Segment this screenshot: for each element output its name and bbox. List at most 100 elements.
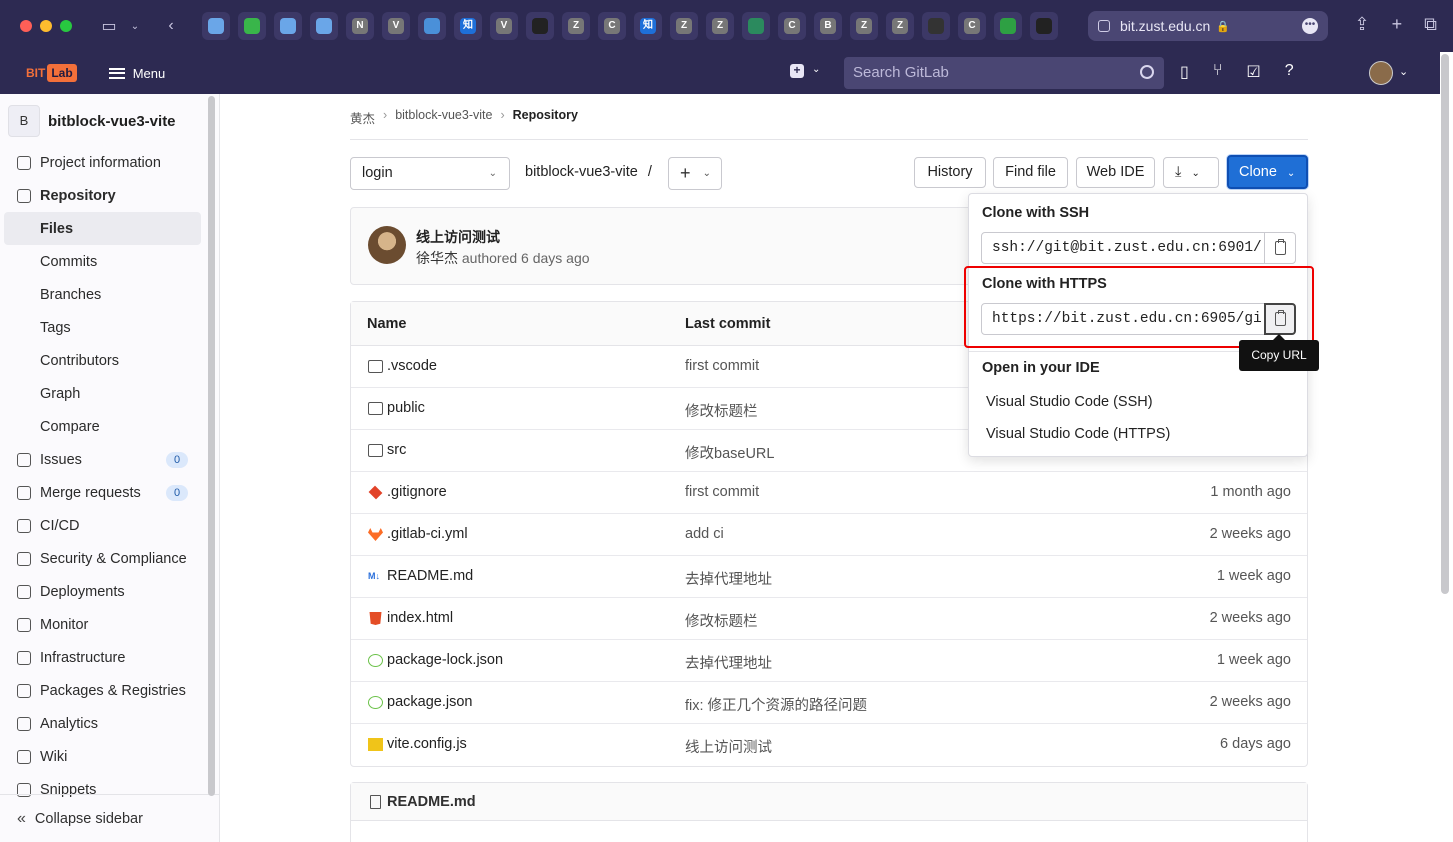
download-button[interactable]: ⤓ ⌄ xyxy=(1163,157,1219,188)
branch-selector[interactable]: login ⌄ xyxy=(350,157,510,190)
browser-tab[interactable] xyxy=(742,12,770,40)
sidebar-item-analytics[interactable]: Analytics xyxy=(0,707,219,740)
browser-tab[interactable] xyxy=(202,12,230,40)
commit-message[interactable]: fix: 修正几个资源的路径问题 xyxy=(685,694,867,715)
sidebar-item-packages-registries[interactable]: Packages & Registries xyxy=(0,674,219,707)
sidebar-item-merge-requests[interactable]: Merge requests 0 xyxy=(0,476,219,509)
browser-tab[interactable]: C xyxy=(598,12,626,40)
file-name[interactable]: public xyxy=(387,400,425,416)
sidebar-item-infrastructure[interactable]: Infrastructure xyxy=(0,641,219,674)
repo-path-link[interactable]: bitblock-vue3-vite xyxy=(525,164,638,180)
table-row[interactable]: .gitlab-ci.yml add ci 2 weeks ago xyxy=(351,514,1307,556)
create-new-button[interactable]: + ⌄ xyxy=(790,64,820,78)
table-row[interactable]: vite.config.js 线上访问测试 6 days ago xyxy=(351,724,1307,766)
browser-tab[interactable]: Z xyxy=(706,12,734,40)
sidebar-project[interactable]: B bitblock-vue3-vite xyxy=(0,94,219,140)
browser-tab[interactable]: Z xyxy=(850,12,878,40)
readme-title[interactable]: README.md xyxy=(387,794,476,810)
commit-message[interactable]: first commit xyxy=(685,484,759,500)
sidebar-item-ci-cd[interactable]: CI/CD xyxy=(0,509,219,542)
breadcrumb-current[interactable]: Repository xyxy=(513,108,578,127)
back-icon[interactable]: ‹ xyxy=(160,17,182,35)
clone-button[interactable]: Clone ⌄ xyxy=(1227,155,1308,189)
file-name[interactable]: vite.config.js xyxy=(387,736,467,752)
browser-tab[interactable]: 知 xyxy=(634,12,662,40)
browser-tab[interactable] xyxy=(310,12,338,40)
page-scrollbar[interactable] xyxy=(1441,54,1449,594)
commit-message[interactable]: add ci xyxy=(685,526,724,542)
browser-tab[interactable]: C xyxy=(958,12,986,40)
merge-requests-icon[interactable]: ⑂ xyxy=(1213,62,1223,82)
commit-message[interactable]: first commit xyxy=(685,358,759,374)
browser-tab[interactable] xyxy=(922,12,950,40)
breadcrumb-project[interactable]: bitblock-vue3-vite xyxy=(395,108,492,127)
browser-tab[interactable] xyxy=(274,12,302,40)
commit-author[interactable]: 徐华杰 xyxy=(416,250,458,266)
file-name[interactable]: src xyxy=(387,442,406,458)
collapse-sidebar-button[interactable]: « Collapse sidebar xyxy=(0,794,219,842)
sidebar-item-tags[interactable]: Tags xyxy=(0,311,219,344)
user-avatar[interactable] xyxy=(1369,61,1393,85)
browser-tab[interactable]: V xyxy=(490,12,518,40)
file-name[interactable]: .gitignore xyxy=(387,484,447,500)
sidebar-toggle-icon[interactable]: ▭ xyxy=(98,16,120,36)
breadcrumb-owner[interactable]: 黄杰 xyxy=(350,108,375,127)
sidebar-item-commits[interactable]: Commits xyxy=(0,245,219,278)
chevron-down-icon[interactable]: ⌄ xyxy=(124,21,146,32)
sidebar-item-security-compliance[interactable]: Security & Compliance xyxy=(0,542,219,575)
file-name[interactable]: .vscode xyxy=(387,358,437,374)
clone-ssh-url-field[interactable]: ssh://git@bit.zust.edu.cn:6901/ xyxy=(981,232,1265,264)
file-name[interactable]: .gitlab-ci.yml xyxy=(387,526,468,542)
sidebar-item-graph[interactable]: Graph xyxy=(0,377,219,410)
web-ide-button[interactable]: Web IDE xyxy=(1076,157,1155,188)
sidebar-item-repository[interactable]: Repository xyxy=(0,179,219,212)
browser-tab[interactable]: Z xyxy=(562,12,590,40)
sidebar-item-files[interactable]: Files xyxy=(4,212,201,245)
file-name[interactable]: package.json xyxy=(387,694,472,710)
browser-tab[interactable] xyxy=(994,12,1022,40)
commit-message[interactable]: 去掉代理地址 xyxy=(685,568,772,589)
close-window-button[interactable] xyxy=(20,20,32,32)
browser-tab[interactable] xyxy=(526,12,554,40)
sidebar-item-contributors[interactable]: Contributors xyxy=(0,344,219,377)
browser-tab[interactable]: N xyxy=(346,12,374,40)
minimize-window-button[interactable] xyxy=(40,20,52,32)
table-row[interactable]: M↓ README.md 去掉代理地址 1 week ago xyxy=(351,556,1307,598)
table-row[interactable]: package.json fix: 修正几个资源的路径问题 2 weeks ago xyxy=(351,682,1307,724)
tab-overview-icon[interactable]: ⧉ xyxy=(1424,14,1437,35)
issues-icon[interactable]: ▯ xyxy=(1180,62,1189,82)
maximize-window-button[interactable] xyxy=(60,20,72,32)
search-input[interactable]: Search GitLab xyxy=(844,57,1164,89)
browser-tab[interactable]: Z xyxy=(886,12,914,40)
help-icon[interactable]: ? xyxy=(1285,62,1294,82)
commit-message[interactable]: 修改baseURL xyxy=(685,442,774,463)
find-file-button[interactable]: Find file xyxy=(993,157,1068,188)
share-icon[interactable]: ⇪ xyxy=(1355,14,1370,35)
browser-tab[interactable]: C xyxy=(778,12,806,40)
commit-title[interactable]: 线上访问测试 xyxy=(416,227,500,247)
sidebar-item-monitor[interactable]: Monitor xyxy=(0,608,219,641)
table-row[interactable]: package-lock.json 去掉代理地址 1 week ago xyxy=(351,640,1307,682)
add-file-button[interactable]: + ⌄ xyxy=(668,157,722,190)
address-bar[interactable]: bit.zust.edu.cn 🔒 ••• xyxy=(1088,11,1328,41)
commit-message[interactable]: 修改标题栏 xyxy=(685,400,758,421)
sidebar-item-project-information[interactable]: Project information xyxy=(0,146,219,179)
browser-tab[interactable] xyxy=(1030,12,1058,40)
browser-tab[interactable]: 知 xyxy=(454,12,482,40)
copy-ssh-url-button[interactable] xyxy=(1264,232,1296,264)
file-name[interactable]: package-lock.json xyxy=(387,652,503,668)
more-icon[interactable]: ••• xyxy=(1302,18,1318,34)
sidebar-item-compare[interactable]: Compare xyxy=(0,410,219,443)
browser-tab[interactable] xyxy=(418,12,446,40)
chevron-down-icon[interactable]: ⌄ xyxy=(1399,65,1408,78)
todos-icon[interactable]: ☑ xyxy=(1246,62,1260,82)
sidebar-item-branches[interactable]: Branches xyxy=(0,278,219,311)
browser-tab[interactable]: V xyxy=(382,12,410,40)
commit-message[interactable]: 线上访问测试 xyxy=(685,736,772,757)
browser-tab[interactable]: B xyxy=(814,12,842,40)
sidebar-item-deployments[interactable]: Deployments xyxy=(0,575,219,608)
sidebar-item-issues[interactable]: Issues 0 xyxy=(0,443,219,476)
menu-button[interactable]: Menu xyxy=(108,66,165,81)
new-tab-icon[interactable]: + xyxy=(1392,14,1403,35)
browser-tab[interactable]: Z xyxy=(670,12,698,40)
